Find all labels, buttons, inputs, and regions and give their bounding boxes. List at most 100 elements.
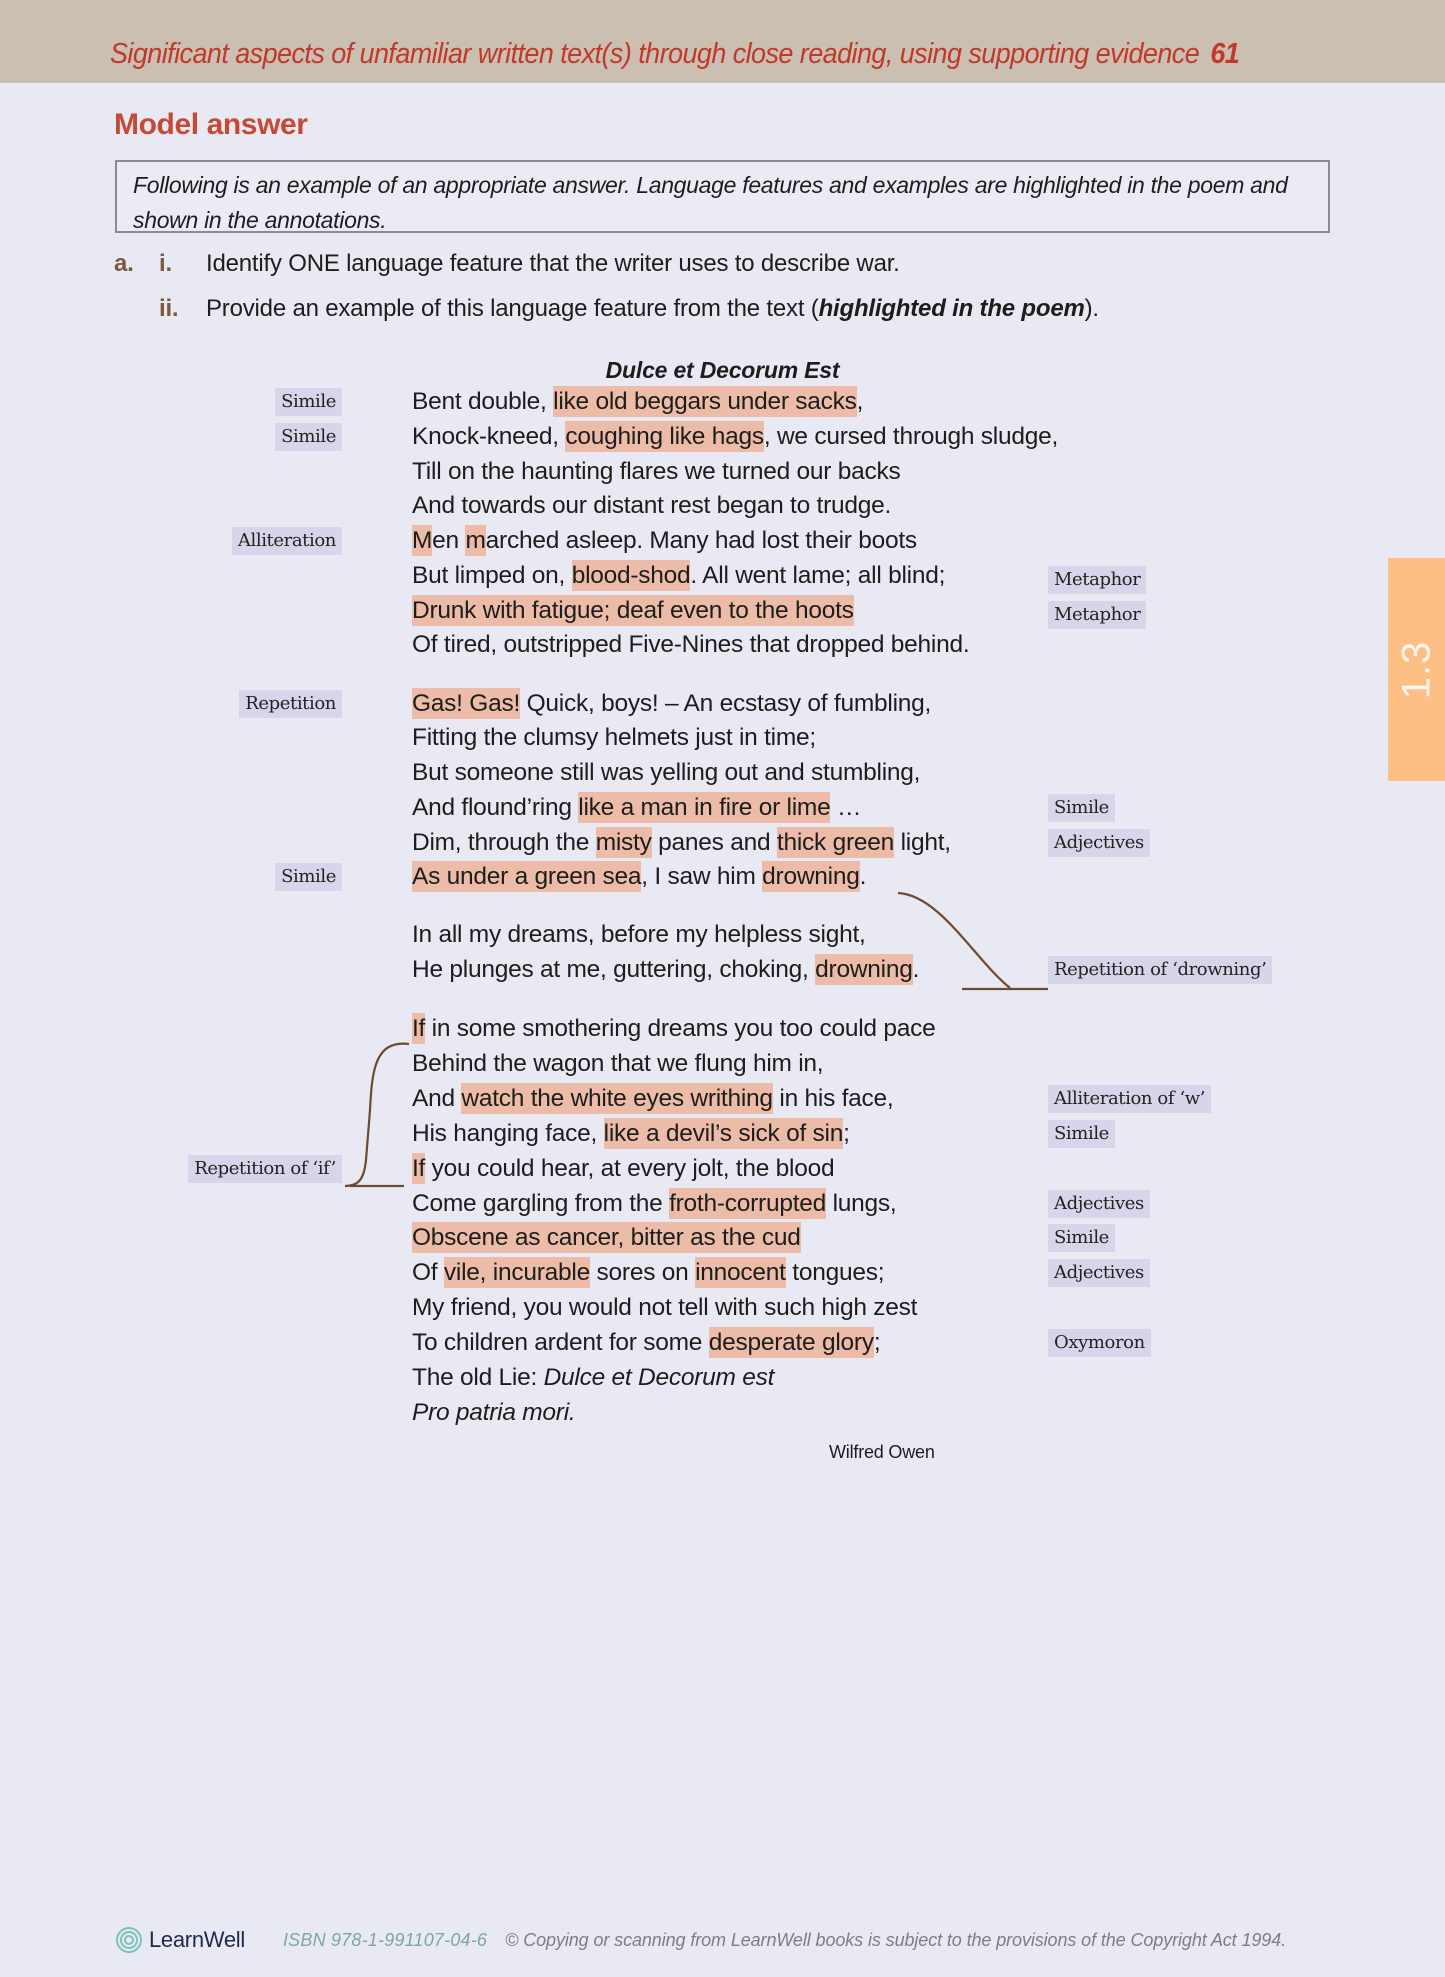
poem-text: tongues; (785, 1259, 885, 1286)
poem-line: In all my dreams, before my helpless sig… (412, 919, 866, 951)
poem-text: He plunges at me, guttering, choking, (412, 956, 816, 983)
highlighted-phrase: thick green (776, 827, 895, 858)
highlighted-phrase: vile, incurable (443, 1257, 590, 1288)
poem-text: ; (873, 1329, 881, 1356)
annotation-label-right: Metaphor (1048, 601, 1147, 629)
running-header-title: Significant aspects of unfamiliar writte… (110, 38, 1200, 70)
poem-text: in some smothering dreams you too could … (425, 1015, 936, 1042)
poem-line: Come gargling from the froth-corrupted l… (412, 1188, 897, 1220)
highlighted-phrase: innocent (695, 1257, 786, 1288)
poem-line: To children ardent for some desperate gl… (412, 1327, 881, 1359)
annotation-label-right: Adjectives (1048, 829, 1150, 857)
highlighted-phrase: like a man in fire or lime (578, 792, 831, 823)
annotation-label-right: Simile (1048, 794, 1115, 822)
poem-line: Pro patria mori. (412, 1397, 576, 1429)
poem-text: , I saw him (641, 863, 763, 890)
poem-line: But someone still was yelling out and st… (412, 757, 920, 789)
poem-line: Of vile, incurable sores on innocent ton… (412, 1257, 885, 1289)
poem-text: Of tired, outstripped Five-Nines that dr… (412, 631, 970, 658)
poem-text: sores on (589, 1259, 696, 1286)
poem-text: en (432, 527, 466, 554)
poem-text: But limped on, (412, 562, 572, 589)
poem-text: Quick, boys! – An ecstasy of fumbling, (520, 690, 932, 717)
poem-text: Dulce et Decorum est (543, 1364, 775, 1391)
highlighted-phrase: froth-corrupted (669, 1188, 827, 1219)
poem-text: . (912, 956, 920, 983)
poem-title: Dulce et Decorum Est (605, 357, 840, 383)
annotation-label-left: Simile (275, 423, 342, 451)
poem-text: … (830, 794, 862, 821)
highlighted-phrase: Drunk with fatigue; deaf even to the hoo… (412, 595, 854, 626)
poem-text: In all my dreams, before my helpless sig… (412, 921, 866, 948)
poem-text: panes and (651, 829, 777, 856)
poem-text: His hanging face, (412, 1120, 604, 1147)
annotation-label-right: Oxymoron (1048, 1329, 1151, 1357)
poem-text: in his face, (772, 1085, 894, 1112)
question-marker: i. (159, 250, 172, 277)
poem-text: . All went lame; all blind; (690, 562, 946, 589)
poem-line: But limped on, blood-shod. All went lame… (412, 560, 945, 592)
poem-line: He plunges at me, guttering, choking, dr… (412, 954, 919, 986)
poem-line: And watch the white eyes writhing in his… (412, 1083, 894, 1115)
section-title: Model answer (114, 108, 308, 141)
poem-text: light, (894, 829, 952, 856)
poem-text: Knock-kneed, (412, 423, 566, 450)
poem-line: Dim, through the misty panes and thick g… (412, 827, 951, 859)
highlighted-phrase: like old beggars under sacks (553, 386, 857, 417)
highlighted-phrase: Gas! Gas! (412, 688, 521, 719)
poem-text: , we cursed through sludge, (763, 423, 1059, 450)
question-text: Identify ONE language feature that the w… (206, 250, 900, 277)
poem-text: And flound’ring (412, 794, 579, 821)
poem-text: Pro patria mori. (412, 1399, 576, 1426)
poem-text: And (412, 1085, 462, 1112)
chapter-tab[interactable]: 1.3 (1388, 558, 1445, 781)
poem-line: And towards our distant rest began to tr… (412, 490, 891, 522)
poem-text: Come gargling from the (412, 1190, 670, 1217)
poem-text: And towards our distant rest began to tr… (412, 492, 892, 519)
poem-line: Of tired, outstripped Five-Nines that dr… (412, 629, 970, 661)
highlighted-phrase: Obscene as cancer, bitter as the cud (412, 1222, 801, 1253)
highlighted-phrase: coughing like hags (565, 421, 764, 452)
poem-text: lungs, (826, 1190, 897, 1217)
footer-isbn: ISBN 978-1-991107-04-6 (282, 1929, 488, 1950)
poem-text: Dim, through the (412, 829, 596, 856)
if-connector-bracket (344, 1042, 410, 1188)
poem-text: ; (843, 1120, 850, 1147)
poem-text: Behind the wagon that we flung him in, (412, 1050, 824, 1077)
poem-line: As under a green sea, I saw him drowning… (412, 861, 866, 893)
poem-line: Drunk with fatigue; deaf even to the hoo… (412, 595, 854, 627)
poem-line: Fitting the clumsy helmets just in time; (412, 722, 816, 754)
poem-line: Behind the wagon that we flung him in, (412, 1048, 824, 1080)
footer: LearnWell ISBN 978-1-991107-04-6 © Copyi… (115, 1924, 1286, 1956)
annotation-label-left: Repetition of ‘if’ (188, 1155, 342, 1183)
poem-line: Obscene as cancer, bitter as the cud (412, 1222, 801, 1254)
intro-text: Following is an example of an appropriat… (133, 172, 1288, 233)
annotation-label-right: Simile (1048, 1224, 1115, 1252)
annotation-label-right: Metaphor (1048, 566, 1147, 594)
poem-text: Of (412, 1259, 444, 1286)
intro-box: Following is an example of an appropriat… (115, 160, 1330, 233)
highlighted-phrase: desperate glory (708, 1327, 874, 1358)
highlighted-phrase: watch the white eyes writhing (461, 1083, 773, 1114)
poem-text: To children ardent for some (412, 1329, 709, 1356)
chapter-tab-label: 1.3 (1394, 640, 1438, 699)
poem-line: Men marched asleep. Many had lost their … (412, 525, 917, 557)
poem-text: Till on the haunting flares we turned ou… (412, 458, 901, 485)
annotation-label-right: Simile (1048, 1120, 1115, 1148)
poem-line: Knock-kneed, coughing like hags, we curs… (412, 421, 1058, 453)
question-part-label: a. (114, 250, 134, 277)
poem-text: . (859, 863, 867, 890)
learnwell-logo-icon (116, 1927, 142, 1953)
poem-text: you could hear, at every jolt, the blood (425, 1155, 835, 1182)
question-emphasis: highlighted in the poem (818, 295, 1085, 322)
annotation-label-right: Alliteration of ‘w’ (1048, 1085, 1212, 1113)
highlighted-phrase: If (412, 1153, 426, 1184)
poem-line: The old Lie: Dulce et Decorum est (412, 1362, 774, 1394)
highlighted-phrase: M (412, 525, 433, 556)
highlighted-phrase: If (412, 1013, 426, 1044)
highlighted-phrase: As under a green sea (412, 861, 642, 892)
annotation-label-left: Repetition (239, 690, 342, 718)
poem-text: , (856, 388, 864, 415)
poem-line: Till on the haunting flares we turned ou… (412, 456, 901, 488)
poem-author: Wilfred Owen (829, 1442, 935, 1462)
